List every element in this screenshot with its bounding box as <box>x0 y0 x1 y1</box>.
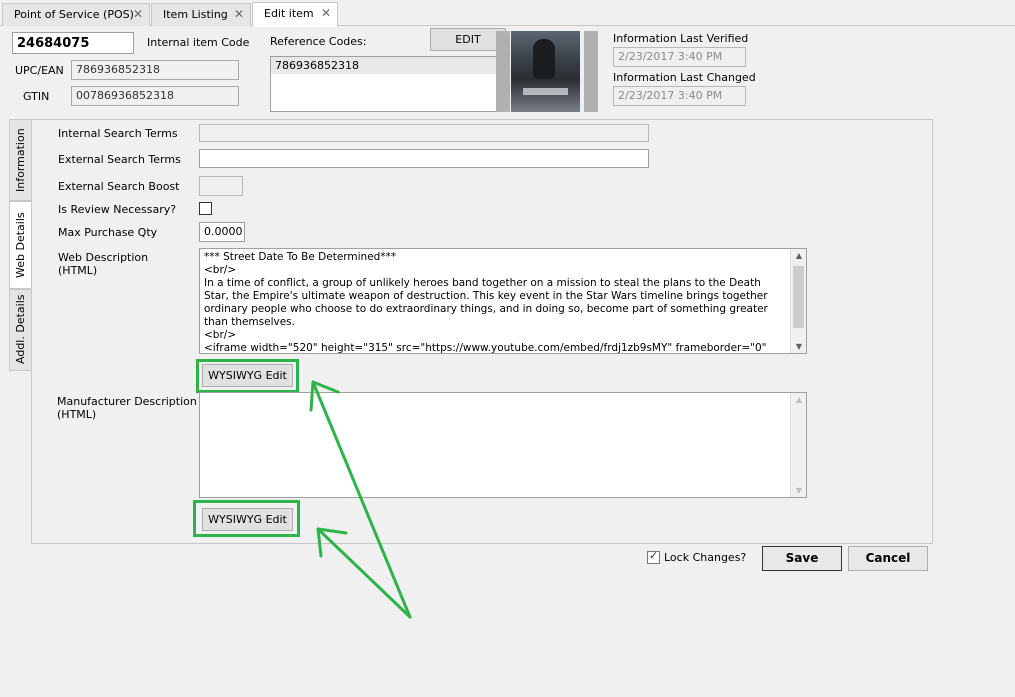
check-icon: ✓ <box>649 549 659 562</box>
image-frame-left <box>496 31 510 112</box>
external-search-field[interactable] <box>199 149 649 168</box>
close-icon[interactable]: ✕ <box>321 6 331 20</box>
cancel-button[interactable]: Cancel <box>848 546 928 571</box>
web-description-scrollbar[interactable]: ▲ ▼ <box>790 249 806 353</box>
side-tab-label: Addl. Details <box>14 294 27 364</box>
poster-title-mark <box>523 88 568 95</box>
gtin-field[interactable]: 00786936852318 <box>71 86 239 106</box>
scroll-up-icon[interactable]: ▲ <box>791 251 806 260</box>
tab-label: Point of Service (POS) <box>14 8 134 21</box>
tab-label: Item Listing <box>163 8 228 21</box>
side-tab-label: Web Details <box>14 212 27 278</box>
web-description-label: Web Description <box>58 251 149 264</box>
internal-search-label: Internal Search Terms <box>58 127 178 140</box>
upc-field[interactable]: 786936852318 <box>71 60 239 80</box>
upc-label: UPC/EAN <box>15 64 64 77</box>
web-description-textarea[interactable]: *** Street Date To Be Determined*** <br/… <box>199 248 807 354</box>
side-tab-web-details[interactable]: Web Details <box>9 201 32 289</box>
max-purchase-qty-field[interactable]: 0.0000 <box>199 222 245 242</box>
tab-edit-item[interactable]: Edit item ✕ <box>252 2 338 27</box>
document-tab-bar: Point of Service (POS) ✕ Item Listing ✕ … <box>0 0 1015 27</box>
review-necessary-label: Is Review Necessary? <box>58 203 177 216</box>
tab-point-of-service[interactable]: Point of Service (POS) ✕ <box>2 3 150 26</box>
scroll-down-icon[interactable]: ▼ <box>791 342 806 351</box>
web-description-text: *** Street Date To Be Determined*** <br/… <box>204 251 768 354</box>
side-tab-information[interactable]: Information <box>9 119 32 201</box>
last-changed-label: Information Last Changed <box>613 71 756 84</box>
manufacturer-description-scrollbar[interactable]: ▲ ▼ <box>790 393 806 497</box>
last-verified-label: Information Last Verified <box>613 32 749 45</box>
web-description-sublabel: (HTML) <box>58 264 98 277</box>
close-icon[interactable]: ✕ <box>234 7 244 21</box>
highlight-box <box>193 500 300 537</box>
internal-item-code-label: Internal item Code <box>147 36 250 49</box>
external-search-label: External Search Terms <box>58 153 181 166</box>
tab-label: Edit item <box>264 7 314 20</box>
scroll-up-icon[interactable]: ▲ <box>791 395 806 404</box>
item-number-field[interactable]: 24684075 <box>12 32 134 54</box>
image-frame-right <box>584 31 598 112</box>
external-search-boost-field <box>199 176 243 196</box>
side-tab-addl-details[interactable]: Addl. Details <box>9 289 32 371</box>
save-button[interactable]: Save <box>762 546 842 571</box>
reference-codes-label: Reference Codes: <box>270 35 367 48</box>
tab-item-listing[interactable]: Item Listing ✕ <box>151 3 251 26</box>
last-changed-field: 2/23/2017 3:40 PM <box>613 86 746 106</box>
gtin-label: GTIN <box>23 90 50 103</box>
last-verified-field: 2/23/2017 3:40 PM <box>613 47 746 67</box>
highlight-box <box>196 359 299 393</box>
lock-changes-checkbox[interactable]: ✓ <box>647 549 660 564</box>
internal-search-field <box>199 124 649 142</box>
max-purchase-qty-label: Max Purchase Qty <box>58 226 158 239</box>
lock-changes-label: Lock Changes? <box>664 551 747 564</box>
side-tab-label: Information <box>14 128 27 192</box>
external-search-boost-label: External Search Boost <box>58 180 180 193</box>
poster-figure <box>533 39 555 79</box>
manufacturer-description-label: Manufacturer Description <box>57 395 197 408</box>
review-necessary-checkbox[interactable] <box>199 202 212 215</box>
close-icon[interactable]: ✕ <box>133 7 143 21</box>
scrollbar-thumb[interactable] <box>793 266 804 328</box>
reference-codes-list[interactable]: 786936852318 <box>270 56 505 112</box>
scroll-down-icon[interactable]: ▼ <box>791 486 806 495</box>
manufacturer-description-textarea[interactable]: ▲ ▼ <box>199 392 807 498</box>
product-image[interactable] <box>511 31 580 112</box>
edit-reference-codes-button[interactable]: EDIT <box>430 28 506 51</box>
manufacturer-description-sublabel: (HTML) <box>57 408 97 421</box>
list-item[interactable]: 786936852318 <box>271 57 504 74</box>
